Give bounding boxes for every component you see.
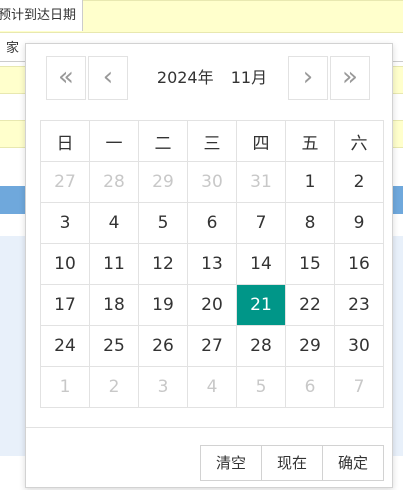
second-row-label: 家	[6, 41, 20, 56]
chevron-left-icon: ‹	[102, 62, 114, 92]
date-picker: « ‹ 2024年 11月 › » 日 一 二 三 四 五 六 27 28 29…	[25, 43, 393, 488]
double-chevron-left-icon: «	[58, 62, 74, 92]
day-cell[interactable]: 11	[89, 243, 139, 285]
day-cell[interactable]: 18	[89, 284, 139, 326]
arrival-date-label: 预计到达日期	[0, 0, 83, 31]
weekday-label: 四	[236, 120, 286, 162]
day-cell-other-month[interactable]: 27	[40, 161, 90, 203]
month-selector[interactable]: 11月	[231, 68, 267, 87]
now-button[interactable]: 现在	[261, 446, 322, 480]
day-cell[interactable]: 23	[334, 284, 384, 326]
weekday-header-row: 日 一 二 三 四 五 六	[40, 120, 384, 162]
day-cell[interactable]: 9	[334, 202, 384, 244]
day-cell[interactable]: 27	[187, 325, 237, 367]
week-row: 1 2 3 4 5 6 7	[40, 366, 384, 408]
chevron-right-icon: ›	[302, 62, 314, 92]
weekday-label: 一	[89, 120, 139, 162]
week-row: 17 18 19 20 21 22 23	[40, 284, 384, 326]
day-cell[interactable]: 8	[285, 202, 335, 244]
calendar-grid: 日 一 二 三 四 五 六 27 28 29 30 31 1 2 3 4 5 6…	[40, 120, 384, 408]
day-cell-other-month[interactable]: 29	[138, 161, 188, 203]
day-cell-other-month[interactable]: 31	[236, 161, 286, 203]
picker-footer: 清空 现在 确定	[26, 427, 392, 490]
day-cell-other-month[interactable]: 28	[89, 161, 139, 203]
day-cell[interactable]: 28	[236, 325, 286, 367]
day-cell[interactable]: 4	[89, 202, 139, 244]
day-cell[interactable]: 20	[187, 284, 237, 326]
day-cell-selected[interactable]: 21	[236, 284, 286, 326]
next-year-button[interactable]: »	[330, 56, 370, 100]
year-selector[interactable]: 2024年	[157, 68, 214, 87]
prev-year-button[interactable]: «	[46, 56, 86, 100]
day-cell[interactable]: 1	[285, 161, 335, 203]
day-cell[interactable]: 19	[138, 284, 188, 326]
day-cell-other-month[interactable]: 5	[236, 366, 286, 408]
weekday-label: 三	[187, 120, 237, 162]
day-cell[interactable]: 26	[138, 325, 188, 367]
day-cell[interactable]: 30	[334, 325, 384, 367]
year-month-display: 2024年 11月	[134, 56, 290, 100]
day-cell[interactable]: 16	[334, 243, 384, 285]
weekday-label: 二	[138, 120, 188, 162]
day-cell[interactable]: 7	[236, 202, 286, 244]
day-cell[interactable]: 2	[334, 161, 384, 203]
day-cell-other-month[interactable]: 30	[187, 161, 237, 203]
week-row: 10 11 12 13 14 15 16	[40, 243, 384, 285]
day-cell[interactable]: 17	[40, 284, 90, 326]
weekday-label: 五	[285, 120, 335, 162]
confirm-button[interactable]: 确定	[322, 446, 383, 480]
day-cell[interactable]: 24	[40, 325, 90, 367]
day-cell[interactable]: 3	[40, 202, 90, 244]
week-row: 24 25 26 27 28 29 30	[40, 325, 384, 367]
weekday-label: 六	[334, 120, 384, 162]
day-cell-other-month[interactable]: 1	[40, 366, 90, 408]
next-month-button[interactable]: ›	[288, 56, 328, 100]
weekday-label: 日	[40, 120, 90, 162]
clear-button[interactable]: 清空	[201, 446, 261, 480]
day-cell[interactable]: 10	[40, 243, 90, 285]
day-cell[interactable]: 13	[187, 243, 237, 285]
day-cell[interactable]: 12	[138, 243, 188, 285]
day-cell[interactable]: 29	[285, 325, 335, 367]
day-cell[interactable]: 22	[285, 284, 335, 326]
double-chevron-right-icon: »	[342, 62, 358, 92]
day-cell[interactable]: 14	[236, 243, 286, 285]
day-cell-other-month[interactable]: 2	[89, 366, 139, 408]
day-cell-other-month[interactable]: 3	[138, 366, 188, 408]
picker-button-group: 清空 现在 确定	[200, 445, 384, 481]
day-cell[interactable]: 5	[138, 202, 188, 244]
week-row: 27 28 29 30 31 1 2	[40, 161, 384, 203]
week-row: 3 4 5 6 7 8 9	[40, 202, 384, 244]
picker-header: « ‹ 2024年 11月 › »	[46, 56, 376, 102]
prev-month-button[interactable]: ‹	[88, 56, 128, 100]
day-cell-other-month[interactable]: 7	[334, 366, 384, 408]
day-cell[interactable]: 15	[285, 243, 335, 285]
day-cell[interactable]: 6	[187, 202, 237, 244]
day-cell[interactable]: 25	[89, 325, 139, 367]
day-cell-other-month[interactable]: 4	[187, 366, 237, 408]
day-cell-other-month[interactable]: 6	[285, 366, 335, 408]
